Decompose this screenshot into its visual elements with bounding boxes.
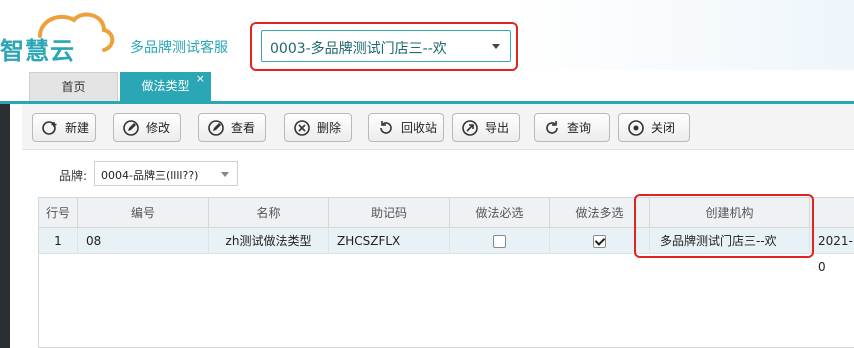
button-label: 查看 xyxy=(231,121,256,135)
brand-select[interactable]: 0004-品牌三(llll??) xyxy=(94,161,238,186)
edit-button[interactable]: 修改 xyxy=(113,113,181,142)
add-icon xyxy=(41,119,59,137)
tab-label: 做法类型 xyxy=(141,79,190,93)
column-header-mnemonic[interactable]: 助记码 xyxy=(329,198,450,228)
refresh-icon xyxy=(543,119,561,137)
brand-select-value: 0004-品牌三(llll??) xyxy=(101,169,199,182)
cell-row-no: 1 xyxy=(39,228,78,254)
chevron-down-icon xyxy=(492,44,500,49)
delete-icon xyxy=(293,119,311,137)
export-button[interactable]: 导出 xyxy=(452,113,520,142)
view-button[interactable]: 查看 xyxy=(198,113,266,142)
chevron-down-icon xyxy=(221,172,229,177)
button-label: 回收站 xyxy=(401,121,438,135)
column-header-extra xyxy=(810,198,854,228)
annotation-highlight-box xyxy=(634,194,814,258)
recycle-icon xyxy=(377,119,395,137)
brand-filter-label: 品牌: xyxy=(59,169,88,183)
column-header-code[interactable]: 编号 xyxy=(78,198,209,228)
company-name: 多品牌测试客服 xyxy=(130,40,228,56)
logo-text: 智慧云 xyxy=(0,37,75,65)
button-label: 修改 xyxy=(146,121,171,135)
app-header: 智慧云 多品牌测试客服 0003-多品牌测试门店三--欢 xyxy=(0,0,854,71)
query-button[interactable]: 查询 xyxy=(534,113,610,142)
recycle-bin-button[interactable]: 回收站 xyxy=(368,113,444,142)
button-label: 查询 xyxy=(567,121,592,135)
cell-name: zh测试做法类型 xyxy=(209,228,329,254)
cell-code: 08 xyxy=(78,228,209,254)
store-select-value: 0003-多品牌测试门店三--欢 xyxy=(270,41,447,57)
button-label: 导出 xyxy=(485,121,510,135)
delete-button[interactable]: 删除 xyxy=(284,113,352,142)
column-header-row-no[interactable]: 行号 xyxy=(39,198,78,228)
toolbar: 新建 修改 查看 删除 回收站 导出 查询 关闭 xyxy=(22,104,854,150)
view-icon xyxy=(207,119,225,137)
multiple-checkbox[interactable] xyxy=(593,235,606,248)
tab-label: 首页 xyxy=(61,80,86,94)
button-label: 新建 xyxy=(65,121,90,135)
tab-home[interactable]: 首页 xyxy=(29,72,118,101)
edit-icon xyxy=(122,119,140,137)
export-icon xyxy=(461,119,479,137)
store-select[interactable]: 0003-多品牌测试门店三--欢 xyxy=(261,30,511,62)
required-checkbox[interactable] xyxy=(493,235,506,248)
tab-close-icon[interactable]: × xyxy=(196,64,205,93)
column-header-name[interactable]: 名称 xyxy=(209,198,329,228)
cell-required xyxy=(450,228,550,254)
button-label: 关闭 xyxy=(651,121,676,135)
tab-practice-type[interactable]: 做法类型 × xyxy=(120,72,211,101)
sidebar-collapsed xyxy=(0,104,10,348)
close-icon xyxy=(627,119,645,137)
button-label: 删除 xyxy=(317,121,342,135)
close-button[interactable]: 关闭 xyxy=(618,113,690,142)
column-header-required[interactable]: 做法必选 xyxy=(450,198,550,228)
cell-mnemonic: ZHCSZFLX xyxy=(329,228,450,254)
cell-date: 2021-0 xyxy=(810,228,854,274)
new-button[interactable]: 新建 xyxy=(32,113,96,142)
